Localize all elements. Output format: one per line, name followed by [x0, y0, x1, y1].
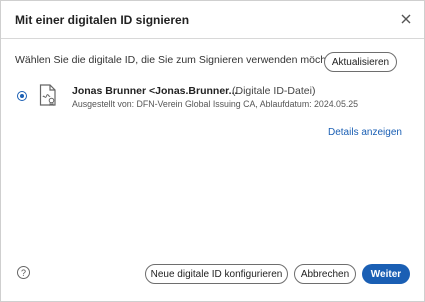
id-type: (Digitale ID-Datei) — [232, 85, 316, 97]
show-details-link[interactable]: Details anzeigen — [328, 127, 402, 138]
certificate-icon — [39, 84, 57, 106]
id-issuer-expiry: Ausgestellt von: DFN-Verein Global Issui… — [72, 99, 359, 109]
select-id-prompt: Wählen Sie die digitale ID, die Sie zum … — [15, 54, 344, 66]
refresh-button[interactable]: Aktualisieren — [324, 52, 397, 72]
dialog-title: Mit einer digitalen ID signieren — [15, 13, 190, 27]
dialog-header: Mit einer digitalen ID signieren — [1, 1, 424, 39]
id-name: Jonas Brunner <Jonas.Brunner... — [72, 85, 238, 97]
digital-id-list-item[interactable]: Jonas Brunner <Jonas.Brunner... (Digital… — [1, 81, 424, 121]
help-icon[interactable]: ? — [17, 266, 30, 279]
close-icon-glyph — [401, 14, 411, 24]
configure-new-id-button[interactable]: Neue digitale ID konfigurieren — [145, 264, 288, 284]
close-icon[interactable] — [398, 11, 414, 27]
sign-with-digital-id-dialog: Mit einer digitalen ID signieren Wählen … — [0, 0, 425, 302]
id-radio-selected[interactable] — [17, 91, 27, 101]
next-button[interactable]: Weiter — [362, 264, 410, 284]
cancel-button[interactable]: Abbrechen — [294, 264, 356, 284]
